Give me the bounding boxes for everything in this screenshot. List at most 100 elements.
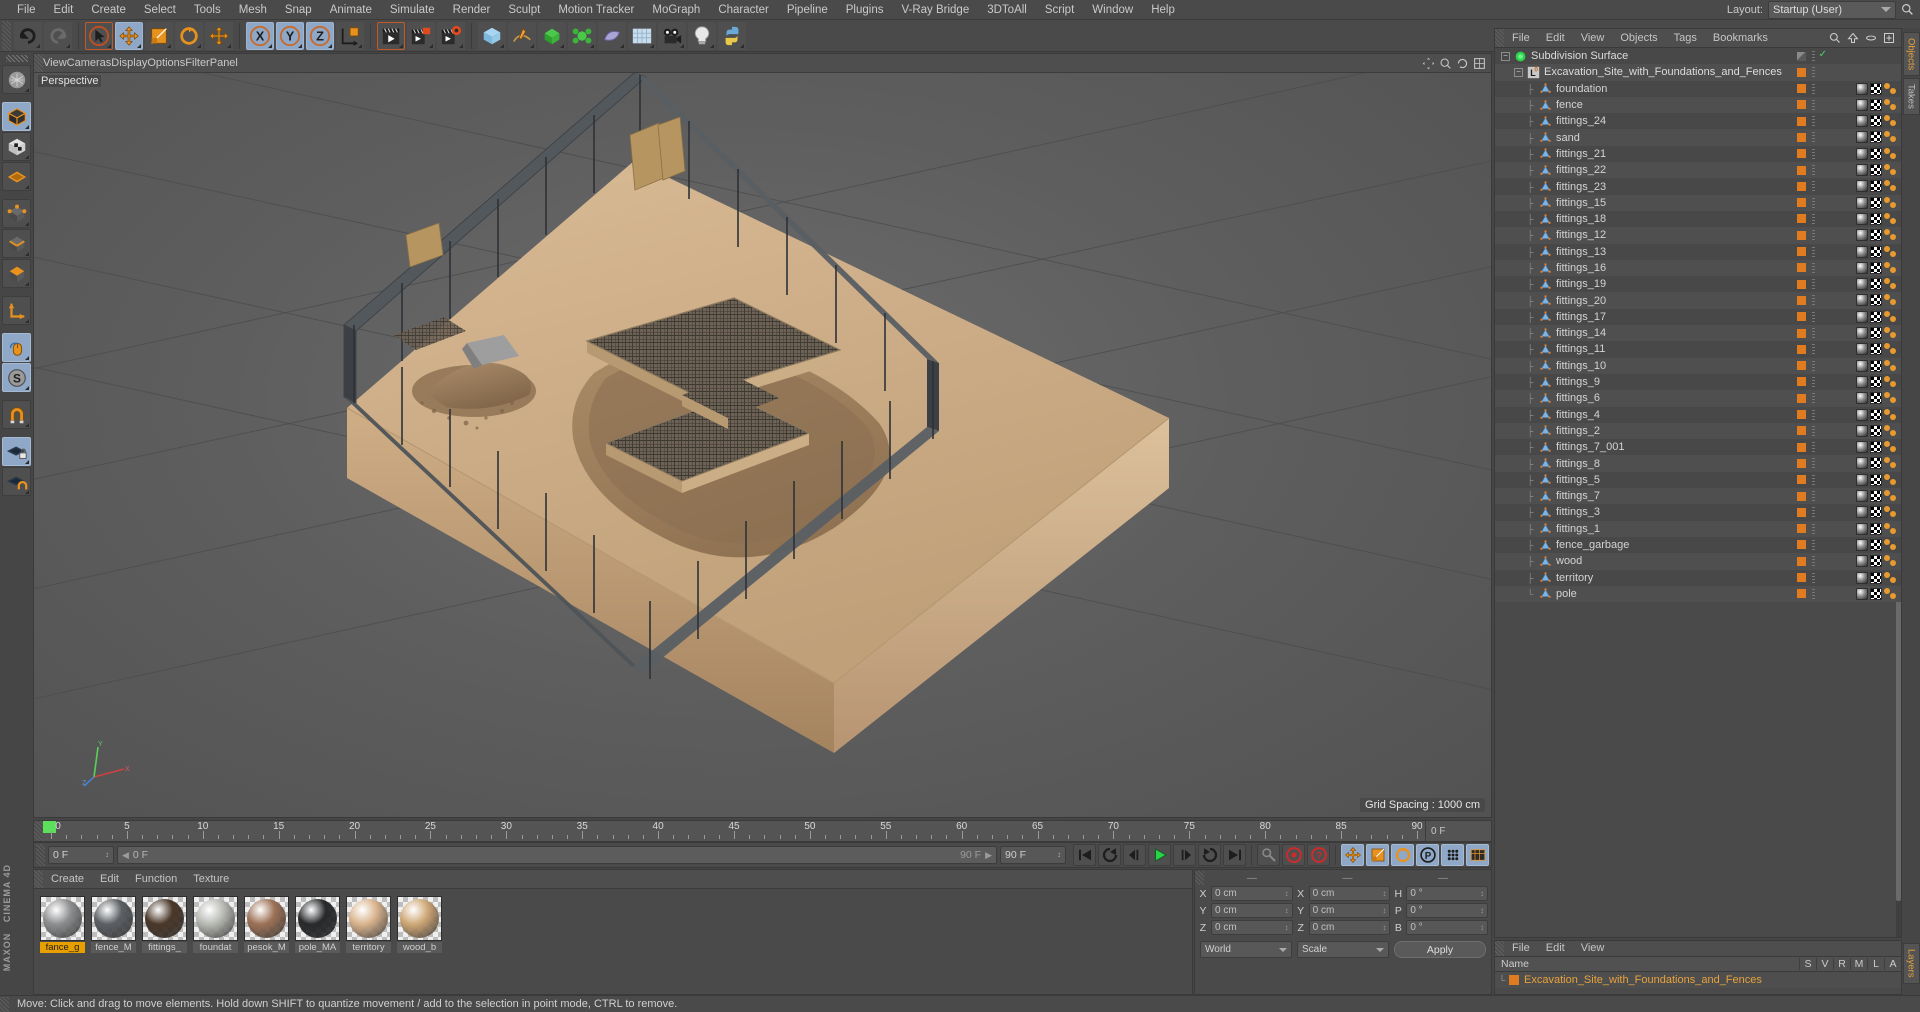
phong-tag[interactable] [1884, 229, 1897, 241]
material-swatch[interactable]: fittings_ [142, 896, 187, 953]
layer-color-chip[interactable] [1797, 442, 1806, 452]
material-preview[interactable] [295, 896, 340, 941]
texture-tag[interactable] [1870, 245, 1882, 258]
tab-objects[interactable]: Objects [1902, 32, 1920, 77]
object-row[interactable]: └ pole [1495, 585, 1901, 603]
layer-color-chip[interactable] [1797, 279, 1806, 289]
layer-color-chip[interactable] [1797, 198, 1806, 208]
spinner-icon[interactable]: ↕ [1480, 889, 1484, 898]
animbar-grip[interactable] [36, 844, 45, 866]
texture-tag[interactable] [1870, 147, 1882, 160]
scale-tool[interactable] [145, 21, 173, 50]
phong-tag[interactable] [1884, 115, 1897, 127]
texture-tag[interactable] [1870, 441, 1882, 454]
visibility-dots-icon[interactable] [1812, 442, 1815, 453]
coordinate-mode-dropdown[interactable]: Scale [1297, 941, 1389, 958]
layer-col-m[interactable]: M [1850, 958, 1867, 970]
layer-color-chip[interactable] [1797, 410, 1806, 420]
material-tag[interactable] [1856, 408, 1868, 421]
material-preview[interactable] [193, 896, 238, 941]
object-row-subdivision-surface[interactable]: − Subdivision Surface ✓ [1495, 48, 1901, 65]
object-row[interactable]: ├ fittings_8 [1495, 455, 1901, 472]
timeline-grip[interactable] [34, 821, 43, 841]
material-tag[interactable] [1856, 571, 1868, 584]
lock-workplane-button[interactable] [2, 437, 31, 466]
material-tag[interactable] [1856, 245, 1868, 258]
visibility-dots-icon[interactable] [1812, 409, 1815, 420]
visibility-dots-icon[interactable] [1812, 51, 1815, 61]
texture-tag[interactable] [1870, 490, 1882, 503]
spinner-icon[interactable]: ↕ [105, 851, 109, 859]
object-row[interactable]: ├ fittings_5 [1495, 471, 1901, 489]
visibility-dots-icon[interactable] [1812, 83, 1815, 94]
menu-item-display[interactable]: Display [111, 57, 147, 69]
texture-tag[interactable] [1870, 131, 1882, 144]
phong-tag[interactable] [1884, 147, 1897, 160]
material-swatch[interactable]: territory [346, 896, 391, 953]
texture-tag[interactable] [1870, 587, 1882, 600]
layer-color-chip[interactable] [1797, 524, 1806, 534]
visibility-dots-icon[interactable] [1812, 458, 1815, 469]
material-tag[interactable] [1856, 196, 1868, 209]
texture-tag[interactable] [1870, 82, 1882, 95]
material-tag[interactable] [1856, 392, 1868, 405]
excavation-site-model[interactable] [34, 73, 1491, 817]
menu-item-edit[interactable]: Edit [1538, 939, 1573, 958]
menu-item-panel[interactable]: Panel [210, 57, 238, 69]
phong-tag[interactable] [1884, 506, 1897, 518]
menu-item-3dtoall[interactable]: 3DToAll [978, 0, 1036, 20]
autokeying-button[interactable] [1282, 844, 1305, 866]
model-mode-button[interactable] [2, 102, 31, 131]
make-editable-button[interactable] [2, 65, 31, 94]
texture-tag[interactable] [1870, 294, 1882, 307]
texture-tag[interactable] [1870, 196, 1882, 209]
material-tag[interactable] [1856, 261, 1868, 274]
visibility-dots-icon[interactable] [1812, 491, 1815, 502]
up-arrow-icon[interactable] [1847, 32, 1859, 44]
object-row[interactable]: ├ fittings_15 [1495, 194, 1901, 211]
point-mode-button[interactable] [2, 199, 31, 228]
coord-field-size-y[interactable]: 0 cm ↕ [1308, 903, 1391, 918]
visibility-dots-icon[interactable] [1812, 344, 1815, 355]
layer-color-chip[interactable] [1797, 312, 1806, 322]
phong-tag[interactable] [1884, 375, 1897, 388]
texture-tag[interactable] [1870, 343, 1882, 356]
object-row[interactable]: ├ fittings_7_001 [1495, 439, 1901, 456]
render-settings-button[interactable] [437, 21, 465, 50]
phong-tag[interactable] [1884, 359, 1897, 372]
visibility-dots-icon[interactable] [1812, 197, 1815, 208]
live-selection-tool[interactable] [85, 21, 113, 50]
layer-color-chip[interactable] [1797, 556, 1806, 566]
phong-tag[interactable] [1884, 490, 1897, 502]
move-tool[interactable] [115, 21, 143, 50]
phong-tag[interactable] [1884, 245, 1897, 258]
texture-tag[interactable] [1870, 278, 1882, 291]
coord-field-position-z[interactable]: 0 cm ↕ [1211, 920, 1293, 935]
coord-field-position-y[interactable]: 0 cm ↕ [1211, 903, 1293, 918]
visibility-dots-icon[interactable] [1812, 523, 1815, 534]
layer-color-chip[interactable] [1797, 377, 1806, 387]
menu-item-tools[interactable]: Tools [185, 0, 230, 20]
visibility-dots-icon[interactable] [1812, 556, 1815, 567]
menu-item-character[interactable]: Character [709, 0, 778, 20]
phong-tag[interactable] [1884, 164, 1897, 176]
material-swatch[interactable]: pole_MA [295, 896, 340, 953]
layer-color-chip[interactable] [1797, 84, 1806, 94]
material-preview[interactable] [91, 896, 136, 941]
visibility-dots-icon[interactable] [1812, 295, 1815, 306]
record-active-objects-button[interactable] [1257, 844, 1280, 866]
layer-color-chip[interactable] [1797, 573, 1806, 582]
object-row[interactable]: ├ fittings_11 [1495, 341, 1901, 358]
layer-color-chip[interactable] [1797, 230, 1806, 240]
layer-color-chip[interactable] [1797, 491, 1806, 501]
phong-tag[interactable] [1884, 441, 1897, 453]
layer-color-swatch[interactable] [1509, 975, 1519, 985]
object-row[interactable]: ├ wood [1495, 553, 1901, 570]
phong-tag[interactable] [1884, 98, 1897, 111]
menu-item-pipeline[interactable]: Pipeline [778, 0, 837, 20]
menu-item-snap[interactable]: Snap [276, 0, 321, 20]
texture-tag[interactable] [1870, 538, 1882, 551]
phong-tag[interactable] [1884, 392, 1897, 404]
texture-tag[interactable] [1870, 457, 1882, 470]
visibility-dots-icon[interactable] [1812, 67, 1815, 78]
